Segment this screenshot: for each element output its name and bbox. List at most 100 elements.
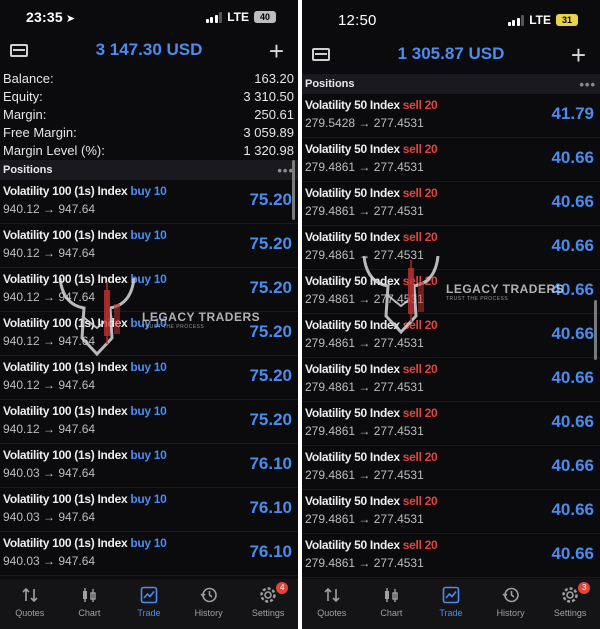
- position-row[interactable]: Volatility 50 Index sell 20 279.4861 → 277…: [302, 490, 600, 534]
- position-profit: 76.10: [249, 454, 292, 473]
- tab-quotes[interactable]: Quotes: [304, 585, 360, 618]
- status-indicators: LTE 31: [507, 13, 578, 27]
- position-row[interactable]: Volatility 50 Index sell 20 279.4861 → 277…: [302, 534, 600, 578]
- status-bar: 23:35 ➤ LTE 40: [0, 0, 298, 34]
- position-symbol: Volatility 50 Index sell 20: [305, 142, 438, 156]
- position-side: buy 10: [130, 404, 167, 418]
- position-row[interactable]: Volatility 100 (1s) Index buy 10 940.03 → …: [0, 444, 298, 488]
- tab-history[interactable]: History: [483, 585, 539, 618]
- position-row[interactable]: Volatility 50 Index sell 20 279.4861 → 277…: [302, 138, 600, 182]
- position-side: buy 10: [130, 536, 167, 550]
- new-order-plus-icon[interactable]: +: [571, 40, 586, 71]
- network-label: LTE: [227, 10, 249, 24]
- position-prices: 940.12 → 947.64: [3, 246, 96, 260]
- positions-list[interactable]: Volatility 100 (1s) Index buy 10 940.12 → …: [0, 180, 298, 576]
- position-side: sell 20: [402, 362, 438, 376]
- position-symbol: Volatility 100 (1s) Index buy 10: [3, 492, 167, 506]
- position-symbol-name: Volatility 100 (1s) Index: [3, 448, 128, 462]
- position-symbol: Volatility 50 Index sell 20: [305, 98, 438, 112]
- position-prices: 940.12 → 947.64: [3, 378, 96, 392]
- position-row[interactable]: Volatility 100 (1s) Index buy 10 940.03 → …: [0, 532, 298, 576]
- position-symbol-name: Volatility 50 Index: [305, 494, 400, 508]
- tab-settings[interactable]: Settings 3: [542, 582, 598, 618]
- position-profit: 75.20: [249, 190, 292, 209]
- position-profit: 40.66: [551, 456, 594, 475]
- header-balance[interactable]: 3 147.30 USD: [0, 40, 298, 60]
- position-side: sell 20: [402, 98, 438, 112]
- position-prices: 940.03 → 947.64: [3, 510, 96, 524]
- tab-label: Trade: [439, 608, 463, 618]
- position-symbol-name: Volatility 100 (1s) Index: [3, 404, 128, 418]
- position-row[interactable]: Volatility 50 Index sell 20 279.4861 → 277…: [302, 446, 600, 490]
- tab-quotes[interactable]: Quotes: [2, 585, 58, 618]
- position-symbol-name: Volatility 50 Index: [305, 538, 400, 552]
- position-row[interactable]: Volatility 100 (1s) Index buy 10 940.12 → …: [0, 224, 298, 268]
- position-row[interactable]: Volatility 50 Index sell 20 279.4861 → 277…: [302, 358, 600, 402]
- position-symbol-name: Volatility 100 (1s) Index: [3, 492, 128, 506]
- history-icon: [483, 585, 539, 605]
- position-symbol-name: Volatility 100 (1s) Index: [3, 272, 128, 286]
- position-symbol: Volatility 50 Index sell 20: [305, 186, 438, 200]
- tab-label: History: [194, 608, 223, 618]
- scroll-indicator[interactable]: [292, 160, 295, 220]
- more-options-icon[interactable]: •••: [579, 77, 596, 92]
- account-summary: Balance: 163.20 Equity: 3 310.50 Margin: 250.…: [0, 70, 298, 160]
- position-symbol-name: Volatility 50 Index: [305, 98, 400, 112]
- tab-trade[interactable]: Trade: [121, 585, 177, 618]
- position-symbol: Volatility 100 (1s) Index buy 10: [3, 536, 167, 550]
- position-side: sell 20: [402, 230, 438, 244]
- position-row[interactable]: Volatility 100 (1s) Index buy 10 940.12 → …: [0, 356, 298, 400]
- position-symbol-name: Volatility 100 (1s) Index: [3, 316, 128, 330]
- position-row[interactable]: Volatility 100 (1s) Index buy 10 940.12 → …: [0, 400, 298, 444]
- position-side: buy 10: [130, 492, 167, 506]
- position-row[interactable]: Volatility 50 Index sell 20 279.4861 → 277…: [302, 402, 600, 446]
- position-row[interactable]: Volatility 50 Index sell 20 279.4861 → 277…: [302, 314, 600, 358]
- position-side: buy 10: [130, 360, 167, 374]
- position-side: sell 20: [402, 494, 438, 508]
- position-prices: 279.4861 → 277.4531: [305, 160, 424, 174]
- new-order-plus-icon[interactable]: +: [269, 36, 284, 67]
- position-row[interactable]: Volatility 50 Index sell 20 279.4861 → 277…: [302, 226, 600, 270]
- position-row[interactable]: Volatility 50 Index sell 20 279.4861 → 277…: [302, 182, 600, 226]
- position-prices: 279.4861 → 277.4531: [305, 248, 424, 262]
- tab-chart[interactable]: Chart: [61, 585, 117, 618]
- header-balance[interactable]: 1 305.87 USD: [302, 44, 600, 64]
- position-profit: 75.20: [249, 322, 292, 341]
- tab-settings[interactable]: Settings 4: [240, 582, 296, 618]
- scroll-indicator[interactable]: [594, 300, 597, 360]
- status-time: 23:35 ➤: [26, 9, 76, 25]
- tab-trade[interactable]: Trade: [423, 585, 479, 618]
- position-symbol: Volatility 100 (1s) Index buy 10: [3, 316, 167, 330]
- battery-icon: 40: [254, 11, 276, 23]
- bottom-tab-bar: Quotes Chart Trade History Settings 4: [0, 579, 298, 629]
- position-row[interactable]: Volatility 50 Index sell 20 279.5428 → 277…: [302, 94, 600, 138]
- tab-history[interactable]: History: [181, 585, 237, 618]
- account-row-value: 163.20: [254, 71, 294, 86]
- position-row[interactable]: Volatility 50 Index sell 20 279.4861 → 277…: [302, 270, 600, 314]
- chart-icon: [363, 585, 419, 605]
- account-row-value: 1 320.98: [243, 143, 294, 158]
- position-prices: 279.4861 → 277.4531: [305, 468, 424, 482]
- position-side: sell 20: [402, 318, 438, 332]
- position-row[interactable]: Volatility 100 (1s) Index buy 10 940.03 → …: [0, 488, 298, 532]
- position-prices: 940.12 → 947.64: [3, 422, 96, 436]
- account-row-value: 250.61: [254, 107, 294, 122]
- positions-list[interactable]: Volatility 50 Index sell 20 279.5428 → 277…: [302, 94, 600, 578]
- position-symbol: Volatility 50 Index sell 20: [305, 406, 438, 420]
- position-prices: 279.4861 → 277.4531: [305, 424, 424, 438]
- position-profit: 41.79: [551, 104, 594, 123]
- position-profit: 75.20: [249, 410, 292, 429]
- position-row[interactable]: Volatility 100 (1s) Index buy 10 940.12 → …: [0, 180, 298, 224]
- tab-chart[interactable]: Chart: [363, 585, 419, 618]
- account-row-label: Balance:: [3, 71, 54, 86]
- account-row-label: Margin:: [3, 107, 47, 122]
- signal-icon: [205, 11, 223, 23]
- tab-label: Chart: [380, 608, 403, 618]
- position-side: buy 10: [130, 316, 167, 330]
- position-symbol-name: Volatility 50 Index: [305, 230, 400, 244]
- position-row[interactable]: Volatility 100 (1s) Index buy 10 940.12 → …: [0, 268, 298, 312]
- position-prices: 279.4861 → 277.4531: [305, 556, 424, 570]
- position-side: sell 20: [402, 186, 438, 200]
- position-symbol-name: Volatility 50 Index: [305, 142, 400, 156]
- position-row[interactable]: Volatility 100 (1s) Index buy 10 940.12 → …: [0, 312, 298, 356]
